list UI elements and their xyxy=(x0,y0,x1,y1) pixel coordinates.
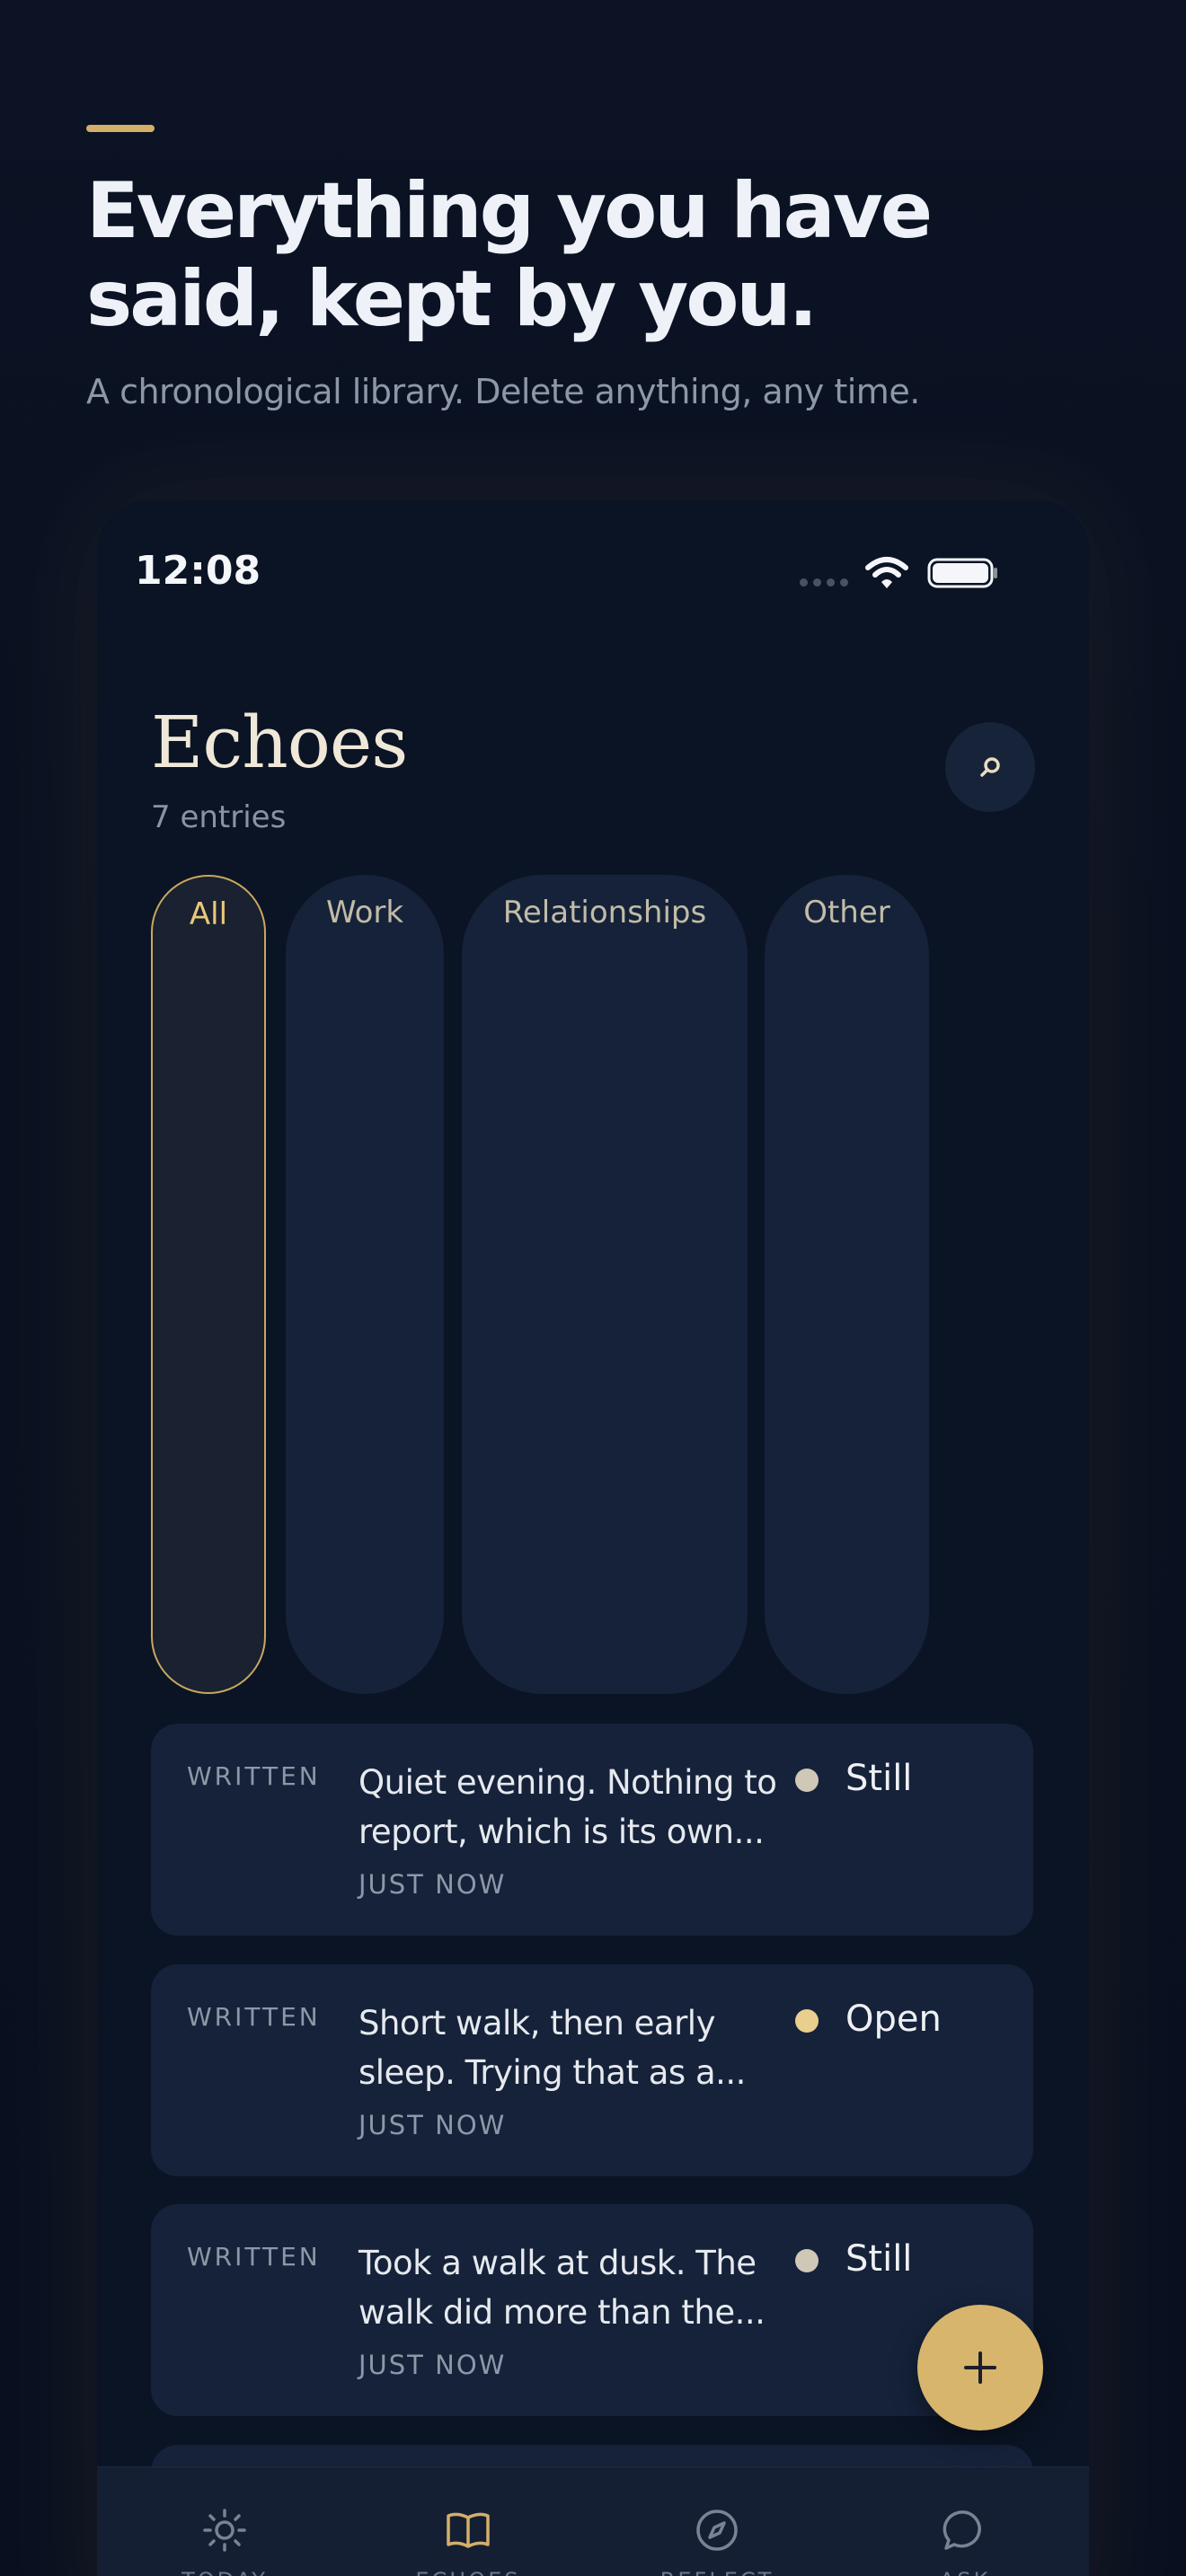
hero-subtitle: A chronological library. Delete anything… xyxy=(86,372,920,411)
entry-type: WRITTEN xyxy=(187,1761,321,1791)
wifi-icon xyxy=(865,557,908,588)
tab-label: REFLECT xyxy=(627,2568,807,2576)
chat-icon xyxy=(943,2510,981,2550)
entry-text: Took a walk at dusk. The walk did more t… xyxy=(358,2244,766,2332)
entry-card[interactable]: WRITTEN Quiet evening. Nothing to report… xyxy=(151,1724,1033,1936)
tab-label: ASK xyxy=(875,2568,1055,2576)
filter-chip-label: Relationships xyxy=(502,895,707,931)
add-entry-button[interactable] xyxy=(917,2305,1043,2430)
filter-chip-relationships[interactable]: Relationships xyxy=(462,875,748,1694)
filter-chip-all[interactable]: All xyxy=(151,875,266,1694)
battery-icon xyxy=(927,558,997,588)
mood-label: Open xyxy=(845,1998,942,2040)
entry-type: WRITTEN xyxy=(187,2242,321,2272)
compass-icon xyxy=(696,2510,738,2551)
filter-chip-label: All xyxy=(189,896,228,932)
filter-chip-label: Work xyxy=(325,895,404,931)
mood-label: Still xyxy=(845,2238,913,2280)
entry-text: Short walk, then early sleep. Trying tha… xyxy=(358,2004,746,2092)
signal-icon xyxy=(800,578,848,587)
page: Everything you have said, kept by you. A… xyxy=(0,0,1186,2576)
tab-bar: TODAY ECHOES REFLECT ASK xyxy=(97,2466,1089,2576)
tab-label: ECHOES xyxy=(378,2568,558,2576)
accent-bar xyxy=(86,125,155,132)
plus-icon xyxy=(964,2351,996,2384)
hero-title-line-1: Everything you have xyxy=(86,166,933,256)
entry-time: JUST NOW xyxy=(358,2110,507,2140)
sun-icon xyxy=(203,2509,246,2552)
hero-title: Everything you have said, kept by you. xyxy=(86,167,1075,343)
tab-label: TODAY xyxy=(135,2568,314,2576)
app-title: Echoes xyxy=(151,701,408,784)
entry-card[interactable]: WRITTEN Short walk, then early sleep. Tr… xyxy=(151,1964,1033,2176)
mood-dot-icon xyxy=(795,2009,819,2033)
entry-text: Quiet evening. Nothing to report, which … xyxy=(358,1763,777,1851)
mood-dot-icon xyxy=(795,1769,819,1792)
mood-label: Still xyxy=(845,1758,913,1799)
entry-time: JUST NOW xyxy=(358,1869,507,1900)
entry-card[interactable]: WRITTEN Took a walk at dusk. The walk di… xyxy=(151,2204,1033,2416)
filter-chip-label: Other xyxy=(803,895,890,931)
status-time: 12:08 xyxy=(135,548,261,594)
entry-count: 7 entries xyxy=(151,799,287,835)
search-icon xyxy=(980,757,1000,777)
entry-time: JUST NOW xyxy=(358,2350,507,2380)
search-button[interactable] xyxy=(945,722,1035,812)
filter-chip-other[interactable]: Other xyxy=(765,875,929,1694)
entry-type: WRITTEN xyxy=(187,2002,321,2032)
hero-title-line-2: said, kept by you. xyxy=(86,254,818,344)
filter-chip-work[interactable]: Work xyxy=(286,875,444,1694)
mood-dot-icon xyxy=(795,2249,819,2272)
book-icon xyxy=(447,2512,490,2548)
